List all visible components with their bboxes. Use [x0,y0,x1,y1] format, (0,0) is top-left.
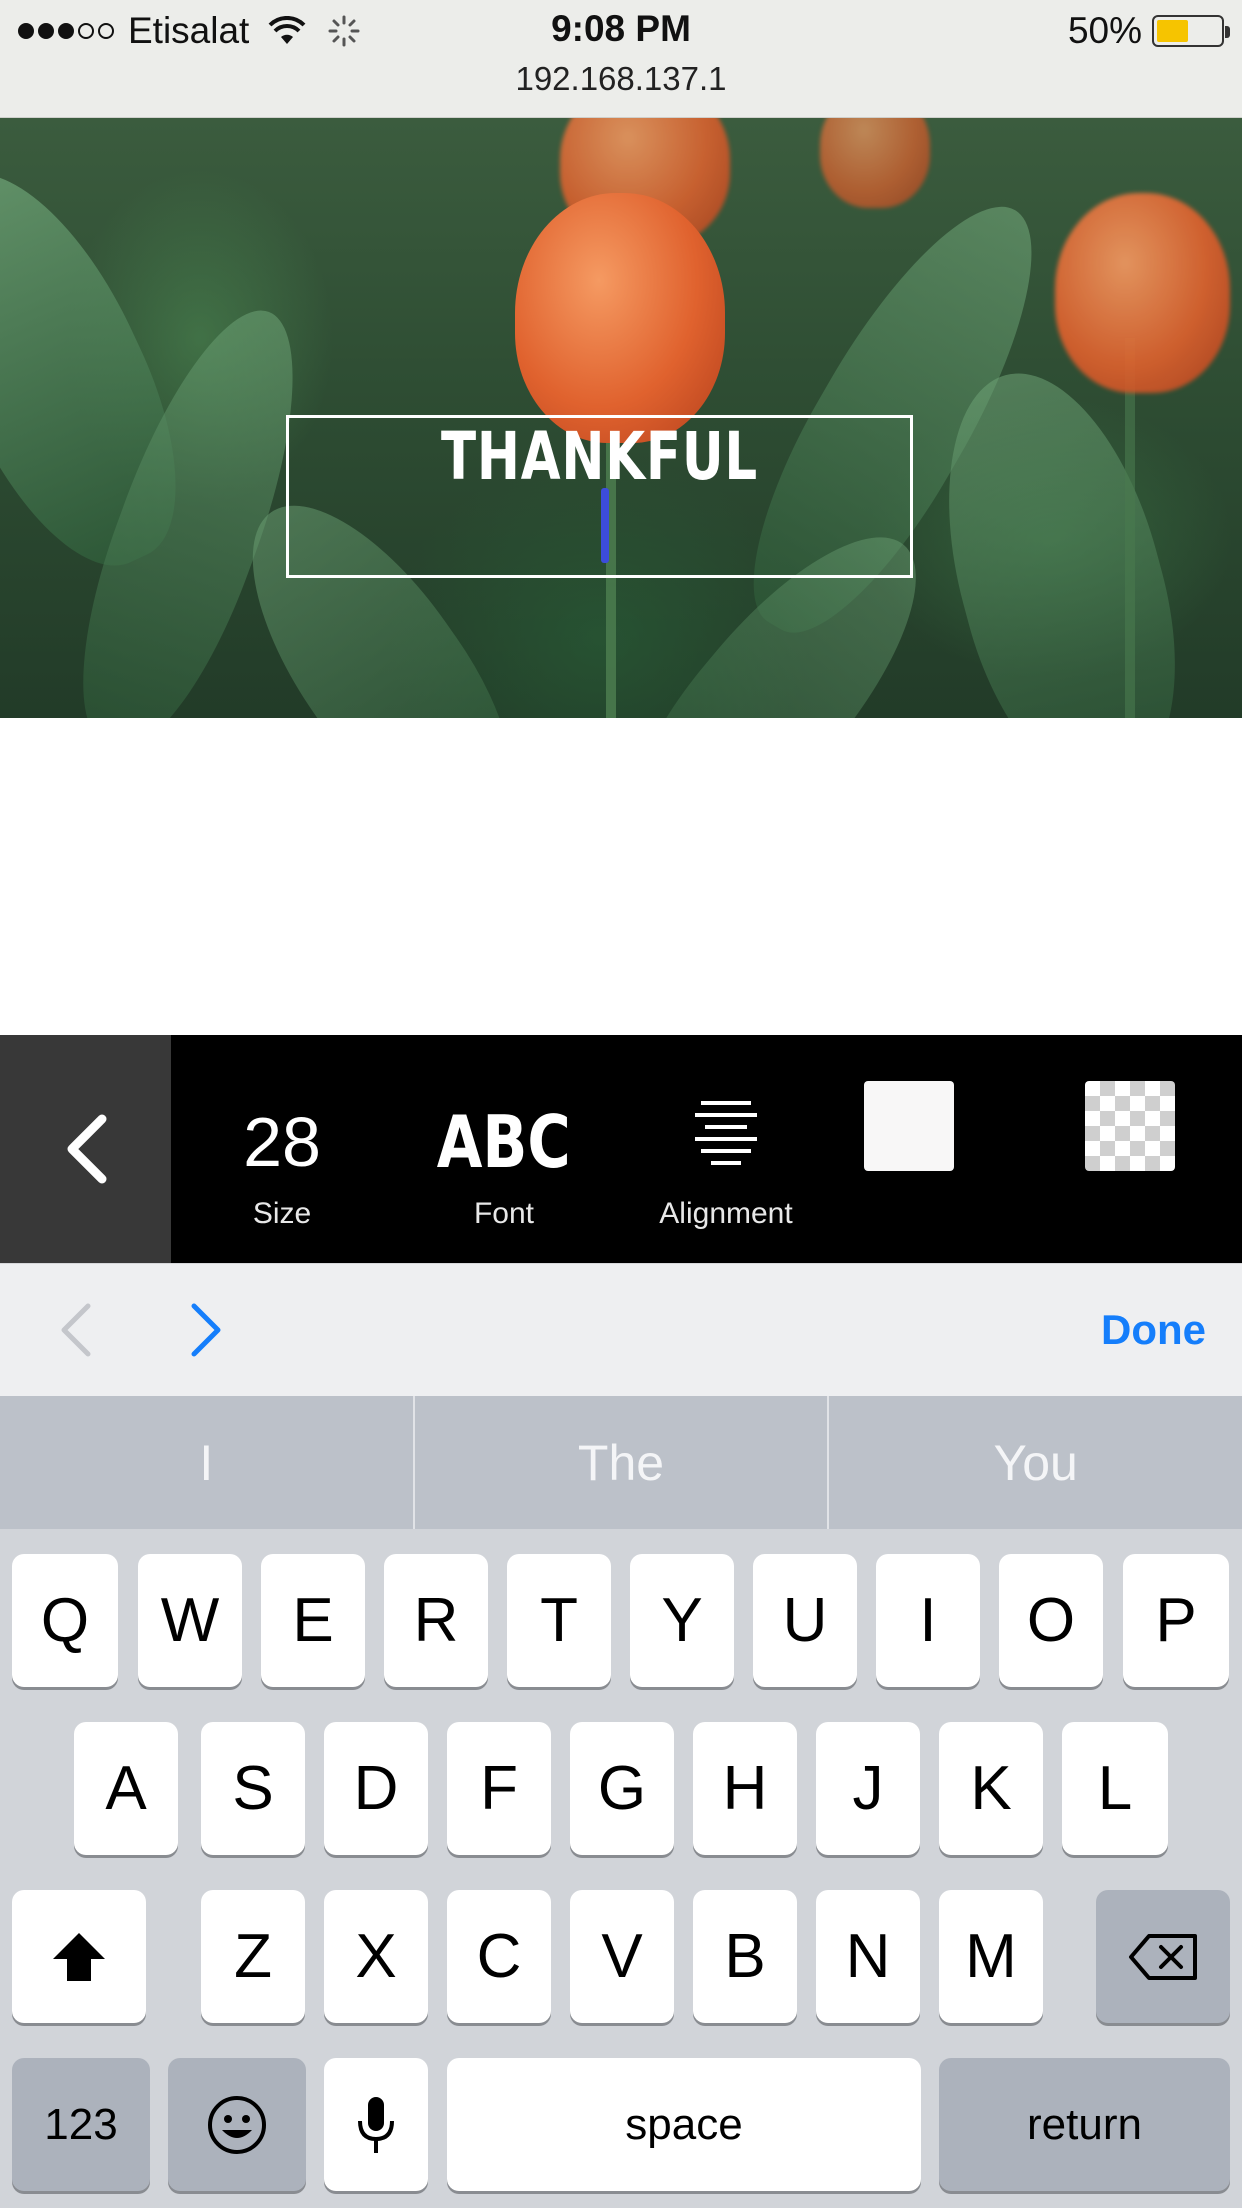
space-key[interactable]: space [447,2058,921,2191]
backspace-icon [1129,1933,1197,1980]
key-x[interactable]: X [324,1890,428,2023]
prediction-item[interactable]: I [0,1396,413,1529]
key-l[interactable]: L [1062,1722,1168,1855]
done-button[interactable]: Done [1101,1306,1206,1354]
key-t[interactable]: T [507,1554,611,1687]
key-k[interactable]: K [939,1722,1043,1855]
key-u[interactable]: U [753,1554,857,1687]
size-value: 28 [243,1103,321,1181]
key-m[interactable]: M [939,1890,1043,2023]
text-cursor [601,488,609,563]
size-tool[interactable]: 28 Size [182,1035,382,1263]
key-s[interactable]: S [201,1722,305,1855]
status-right: 50% [1067,10,1230,52]
size-label: Size [252,1197,312,1230]
key-e[interactable]: E [261,1554,365,1687]
dictation-key[interactable] [324,2058,428,2191]
key-j[interactable]: J [816,1722,920,1855]
chevron-left-icon [67,1114,106,1184]
font-tool[interactable]: ABC Font [404,1035,604,1263]
toolbar-back-button[interactable] [0,1035,171,1263]
emoji-key[interactable] [168,2058,306,2191]
shift-key[interactable] [12,1890,146,2023]
background-color-swatch[interactable] [1085,1081,1175,1171]
key-h[interactable]: H [693,1722,797,1855]
key-q[interactable]: Q [12,1554,118,1687]
microphone-icon [358,2096,394,2153]
status-bar: Etisalat 9:08 PM 192.168.137.1 50% [0,0,1242,118]
key-f[interactable]: F [447,1722,551,1855]
keyboard: I The You Q W E R T Y U I O P A S D F G … [0,1396,1242,2208]
alignment-tool[interactable]: Alignment [626,1035,826,1263]
key-d[interactable]: D [324,1722,428,1855]
prediction-item[interactable]: The [415,1396,828,1529]
font-sample: ABC [436,1100,572,1184]
numbers-key[interactable]: 123 [12,2058,150,2191]
key-o[interactable]: O [999,1554,1103,1687]
return-key[interactable]: return [939,2058,1230,2191]
text-edit-toolbar: 28 Size ABC Font Alignment [0,1035,1242,1263]
key-i[interactable]: I [876,1554,980,1687]
emoji-icon [208,2095,266,2154]
text-layer-box[interactable]: THANKFUL [286,415,913,578]
key-z[interactable]: Z [201,1890,305,2023]
battery-percent: 50% [1067,10,1142,51]
key-v[interactable]: V [570,1890,674,2023]
key-w[interactable]: W [138,1554,242,1687]
status-time: 9:08 PM [551,8,691,49]
font-label: Font [473,1197,535,1230]
align-center-icon [695,1101,757,1165]
page-url: 192.168.137.1 [515,60,727,97]
key-r[interactable]: R [384,1554,488,1687]
key-b[interactable]: B [693,1890,797,2023]
keyboard-accessory-bar: Done [0,1263,1242,1396]
prediction-item[interactable]: You [829,1396,1242,1529]
key-p[interactable]: P [1123,1554,1229,1687]
shift-icon [53,1932,105,1981]
key-n[interactable]: N [816,1890,920,2023]
previous-field-icon[interactable] [52,1300,102,1360]
key-c[interactable]: C [447,1890,551,2023]
battery-level-fill [1157,20,1188,42]
key-g[interactable]: G [570,1722,674,1855]
battery-icon [1152,15,1230,47]
backspace-key[interactable] [1096,1890,1230,2023]
key-a[interactable]: A [74,1722,178,1855]
predictive-text-bar: I The You [0,1396,1242,1529]
key-y[interactable]: Y [630,1554,734,1687]
next-field-icon[interactable] [180,1300,230,1360]
alignment-label: Alignment [659,1197,793,1230]
text-layer-content[interactable]: THANKFUL [357,418,841,495]
photo-canvas[interactable]: THANKFUL [0,118,1242,718]
text-color-swatch[interactable] [864,1081,954,1171]
